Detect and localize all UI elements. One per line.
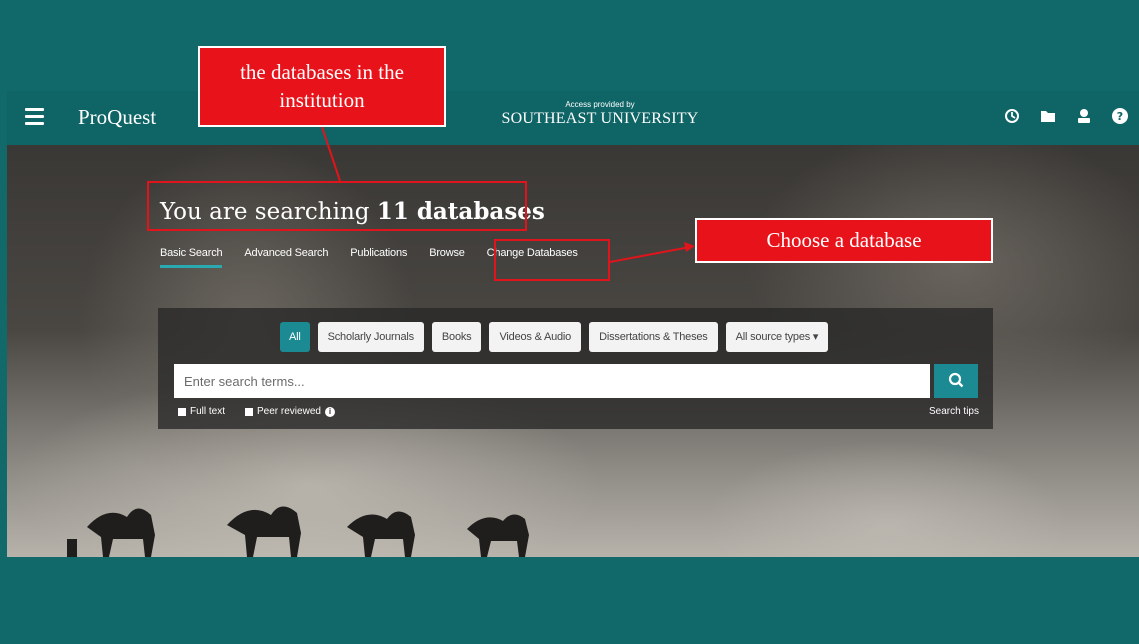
user-icon[interactable] [1075,107,1093,125]
filter-all[interactable]: All [280,322,310,352]
annotation-line-1: the databases in the [240,60,404,84]
annotation-databases-note: the databases in the institution [198,46,446,127]
help-icon[interactable]: ? [1111,107,1129,125]
nav-icons: ? [1003,107,1129,125]
peer-reviewed-checkbox[interactable]: Peer reviewed i [245,406,335,417]
tab-publications[interactable]: Publications [350,247,407,268]
filter-dissertations-theses[interactable]: Dissertations & Theses [589,322,718,352]
search-input[interactable] [174,364,930,398]
brand-logo[interactable]: ProQuest [78,105,156,130]
svg-text:?: ? [1117,110,1123,123]
highlight-box-headline [147,181,527,231]
menu-icon[interactable] [25,108,44,128]
full-text-label: Full text [190,406,226,417]
filter-scholarly-journals[interactable]: Scholarly Journals [317,322,424,352]
annotation-line-2: institution [279,88,365,112]
search-button[interactable] [934,364,978,398]
full-text-checkbox[interactable]: Full text [178,406,225,417]
app-window: ProQuest Access provided by SOUTHEAST UN… [7,91,1139,557]
tab-basic-search[interactable]: Basic Search [160,247,223,268]
tab-browse[interactable]: Browse [429,247,465,268]
search-icon [948,372,964,388]
folder-icon[interactable] [1039,107,1057,125]
checkbox-icon [178,407,186,416]
source-type-filters: All Scholarly Journals Books Videos & Au… [280,322,829,352]
camels-silhouette [67,506,529,557]
filter-videos-audio[interactable]: Videos & Audio [489,322,582,352]
filter-all-source-types-dropdown[interactable]: All source types ▾ [725,322,829,352]
tab-advanced-search[interactable]: Advanced Search [244,247,328,268]
info-icon[interactable]: i [324,406,335,417]
search-panel: All Scholarly Journals Books Videos & Au… [158,308,993,429]
peer-reviewed-label: Peer reviewed [257,406,321,417]
access-banner: Access provided by SOUTHEAST UNIVERSITY [500,100,700,128]
highlight-box-change-databases [494,239,610,281]
access-label: Access provided by [565,100,635,109]
top-navbar: ProQuest Access provided by SOUTHEAST UN… [7,91,1139,145]
search-tips-link[interactable]: Search tips [929,406,979,417]
annotation-choose-database: Choose a database [695,218,993,263]
institution-name: SOUTHEAST UNIVERSITY [501,110,699,127]
history-icon[interactable] [1003,107,1021,125]
filter-books[interactable]: Books [431,322,482,352]
search-options: Full text Peer reviewed i [178,406,335,417]
checkbox-icon [245,407,254,416]
